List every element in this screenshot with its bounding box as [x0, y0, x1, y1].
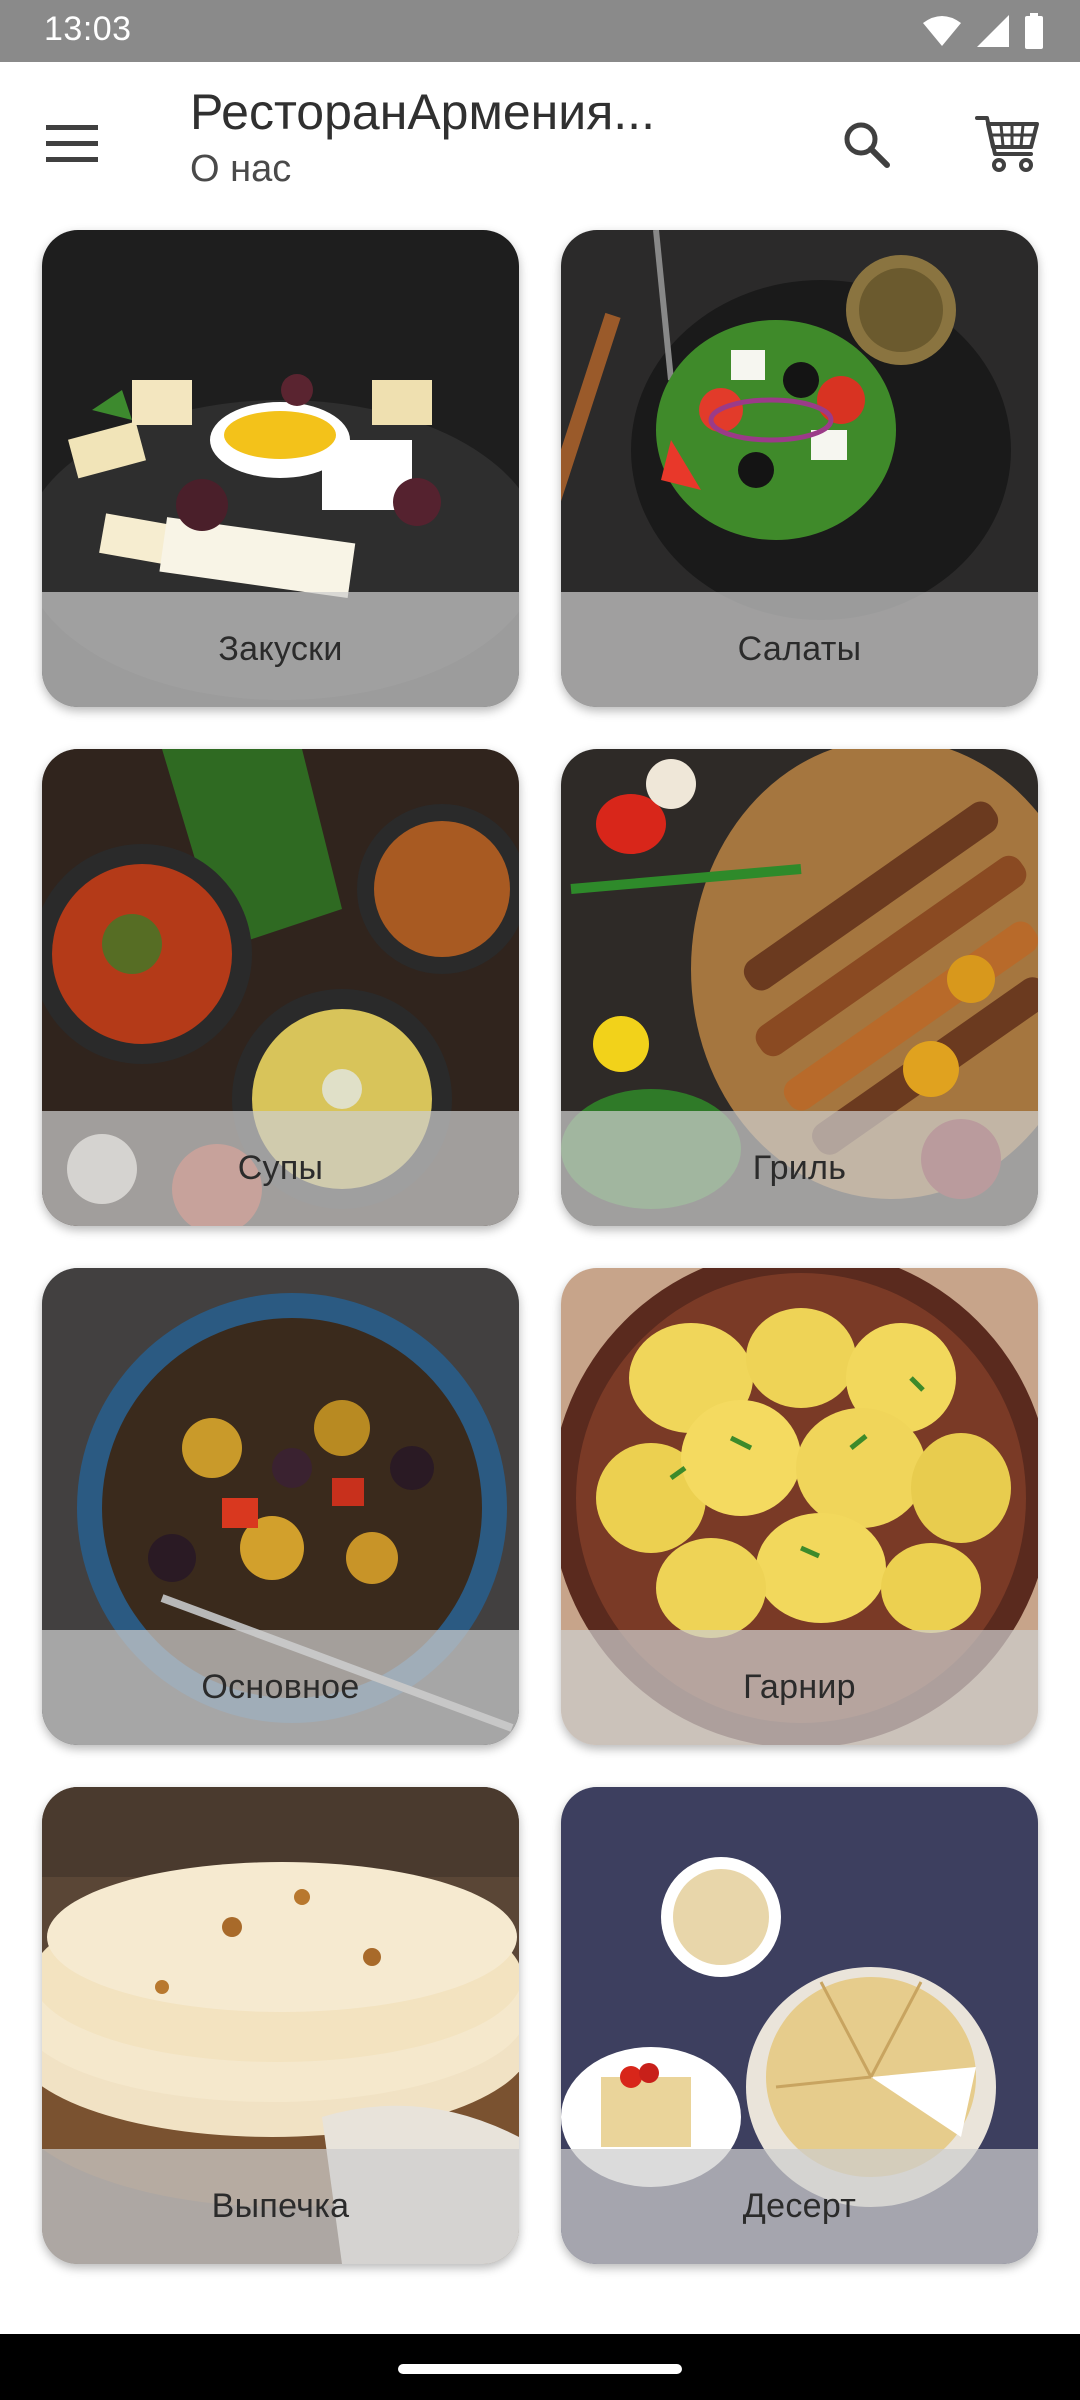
status-bar: 13:03 [0, 0, 1080, 62]
cart-button[interactable] [962, 98, 1054, 190]
category-label-bar: Салаты [561, 592, 1038, 707]
category-card-gril[interactable]: Гриль [561, 749, 1038, 1226]
category-card-osnovnoe[interactable]: Основное [42, 1268, 519, 1745]
cart-icon [975, 116, 1039, 172]
system-nav-bar [0, 2334, 1080, 2400]
battery-icon [1024, 13, 1044, 49]
app-title: РесторанАрмения... [190, 84, 655, 140]
category-label: Выпечка [211, 2187, 350, 2225]
category-label: Супы [237, 1149, 324, 1187]
category-card-desert[interactable]: Десерт [561, 1787, 1038, 2264]
category-card-garnir[interactable]: Гарнир [561, 1268, 1038, 1745]
category-label: Десерт [742, 2187, 857, 2225]
status-icons [922, 12, 1044, 50]
category-label: Основное [201, 1668, 360, 1706]
category-label-bar: Закуски [42, 592, 519, 707]
category-label-bar: Гарнир [561, 1630, 1038, 1745]
category-label-bar: Супы [42, 1111, 519, 1226]
category-card-vypechka[interactable]: Выпечка [42, 1787, 519, 2264]
category-label-bar: Десерт [561, 2149, 1038, 2264]
category-card-zakuski[interactable]: Закуски [42, 230, 519, 707]
search-icon [844, 122, 890, 168]
category-label-bar: Основное [42, 1630, 519, 1745]
signal-icon [976, 14, 1010, 48]
category-label-bar: Гриль [561, 1111, 1038, 1226]
wifi-icon [922, 15, 962, 47]
menu-icon [46, 125, 98, 162]
app-subtitle[interactable]: О нас [190, 144, 710, 194]
category-card-salaty[interactable]: Салаты [561, 230, 1038, 707]
category-label-bar: Выпечка [42, 2149, 519, 2264]
category-label: Гриль [752, 1149, 847, 1187]
app-bar: РесторанАрмения... О нас [0, 62, 1080, 212]
category-label: Гарнир [743, 1668, 856, 1706]
menu-button[interactable] [30, 102, 114, 186]
home-gesture-handle[interactable] [398, 2364, 682, 2374]
category-label: Закуски [218, 630, 343, 668]
category-card-supy[interactable]: Супы [42, 749, 519, 1226]
category-grid: Закуски Салаты Супы Гриль Основное Гарни… [42, 230, 1038, 2264]
app-bar-titles: РесторанАрмения... О нас [190, 80, 710, 194]
search-button[interactable] [824, 102, 908, 186]
status-time: 13:03 [44, 10, 132, 48]
category-label: Салаты [737, 630, 862, 668]
